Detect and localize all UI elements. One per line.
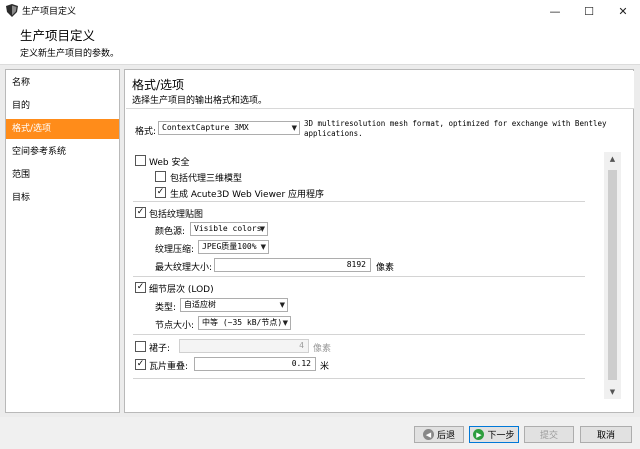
check-mark-icon: ✓ [156, 187, 165, 197]
title-bar: 生产项目定义 — ☐ ✕ [0, 0, 640, 22]
next-arrow-icon: ▶ [473, 429, 485, 440]
sidebar-item-spatial-reference[interactable]: 空间参考系统 [6, 142, 119, 162]
skirt-checkbox[interactable] [135, 341, 146, 352]
page-subtitle: 定义新生产项目的参数。 [20, 49, 120, 59]
tile-overlap-unit: 米 [320, 362, 330, 372]
vertical-scrollbar[interactable]: ▲ ▼ [604, 152, 621, 399]
lod-label: 细节层次 (LOD) [149, 285, 214, 295]
maximize-button[interactable]: ☐ [572, 0, 606, 22]
node-size-label: 节点大小: [155, 321, 195, 331]
texture-compression-label: 纹理压缩: [155, 245, 195, 255]
sidebar-item-extent[interactable]: 范围 [6, 165, 119, 185]
submit-button[interactable]: 提交 [524, 426, 574, 443]
include-proxy-checkbox[interactable] [155, 171, 166, 182]
scrollbar-thumb[interactable] [608, 170, 617, 380]
next-button[interactable]: ▶ 下一步 [469, 426, 519, 443]
include-texture-label: 包括纹理贴图 [149, 210, 204, 220]
wizard-footer: ◀ 后退 ▶ 下一步 提交 取消 [0, 417, 640, 449]
format-label: 格式: [135, 127, 157, 137]
sidebar-item-purpose[interactable]: 目的 [6, 96, 119, 116]
color-source-label: 颜色源: [155, 227, 186, 237]
page-title: 生产项目定义 [20, 28, 96, 43]
max-texture-size-label: 最大纹理大小: [155, 263, 213, 273]
section-divider [133, 201, 585, 202]
color-source-value: Visible colors [194, 224, 262, 233]
wizard-header: 生产项目定义 定义新生产项目的参数。 [0, 22, 640, 64]
sidebar-item-name[interactable]: 名称 [6, 73, 119, 93]
generate-viewer-checkbox[interactable]: ✓ [155, 187, 166, 198]
web-security-checkbox[interactable] [135, 155, 146, 166]
color-source-select[interactable]: Visible colors ▼ [190, 222, 268, 236]
sidebar-item-destination[interactable]: 目标 [6, 188, 119, 208]
section-divider [133, 334, 585, 335]
chevron-down-icon: ▼ [279, 301, 285, 309]
chevron-down-icon: ▼ [291, 124, 297, 132]
web-security-label: Web 安全 [149, 158, 190, 168]
options-area: Web 安全 包括代理三维模型 ✓ 生成 Acute3D Web Viewer … [131, 152, 608, 396]
include-texture-checkbox[interactable]: ✓ [135, 207, 146, 218]
max-texture-size-unit: 像素 [376, 263, 395, 273]
max-texture-size-input[interactable]: 8192 [214, 258, 371, 272]
lod-type-label: 类型: [155, 303, 177, 313]
lod-type-value: 自适应树 [184, 300, 216, 309]
tile-overlap-label: 瓦片重叠: [149, 362, 189, 372]
tile-overlap-input[interactable]: 0.12 [194, 357, 316, 371]
panel-subtitle: 选择生产项目的输出格式和选项。 [132, 96, 268, 106]
check-mark-icon: ✓ [136, 282, 145, 292]
scroll-up-icon[interactable]: ▲ [604, 152, 621, 166]
node-size-select[interactable]: 中等 (~35 kB/节点) ▼ [198, 316, 291, 330]
generate-viewer-label: 生成 Acute3D Web Viewer 应用程序 [170, 190, 325, 200]
panel-header: 格式/选项 选择生产项目的输出格式和选项。 [126, 71, 634, 109]
include-proxy-label: 包括代理三维模型 [170, 174, 243, 184]
check-mark-icon: ✓ [136, 359, 145, 369]
texture-compression-select[interactable]: JPEG质量100% ▼ [198, 240, 269, 254]
format-select[interactable]: ContextCapture 3MX ▼ [158, 121, 300, 135]
close-button[interactable]: ✕ [606, 0, 640, 22]
skirt-label: 裙子: [149, 344, 171, 354]
panel-title: 格式/选项 [132, 78, 185, 92]
minimize-button[interactable]: — [538, 0, 572, 22]
wizard-steps-sidebar: 名称 目的 格式/选项 空间参考系统 范围 目标 [5, 69, 120, 413]
skirt-input[interactable]: 4 [179, 339, 309, 353]
node-size-value: 中等 (~35 kB/节点) [202, 318, 283, 327]
section-divider [133, 276, 585, 277]
texture-compression-value: JPEG质量100% [202, 242, 257, 251]
format-description: 3D multiresolution mesh format, optimize… [304, 119, 607, 138]
window-title: 生产项目定义 [22, 7, 77, 17]
lod-type-select[interactable]: 自适应树 ▼ [180, 298, 288, 312]
back-button[interactable]: ◀ 后退 [414, 426, 464, 443]
back-button-label: 后退 [436, 431, 455, 441]
scroll-down-icon[interactable]: ▼ [604, 385, 621, 399]
cancel-button[interactable]: 取消 [580, 426, 632, 443]
back-arrow-icon: ◀ [422, 429, 434, 440]
chevron-down-icon: ▼ [259, 225, 265, 233]
sidebar-item-format-options[interactable]: 格式/选项 [6, 119, 119, 139]
lod-checkbox[interactable]: ✓ [135, 282, 146, 293]
format-select-value: ContextCapture 3MX [162, 123, 249, 132]
next-button-label: 下一步 [487, 431, 515, 441]
app-shield-icon [6, 4, 18, 17]
skirt-unit: 像素 [313, 344, 332, 354]
chevron-down-icon: ▼ [282, 319, 288, 327]
tile-overlap-checkbox[interactable]: ✓ [135, 359, 146, 370]
section-divider [133, 378, 585, 379]
chevron-down-icon: ▼ [260, 243, 266, 251]
check-mark-icon: ✓ [136, 207, 145, 217]
